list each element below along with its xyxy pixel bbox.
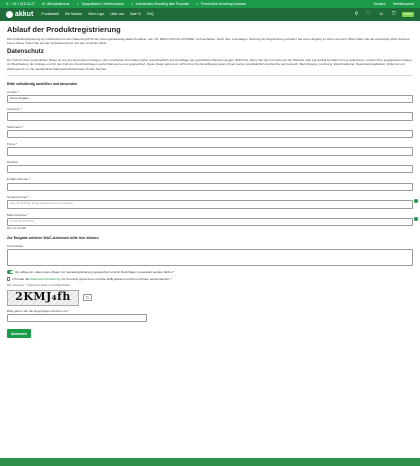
search-icon[interactable]: ⚲ (355, 11, 359, 18)
position-input[interactable] (7, 164, 413, 174)
footer-bar (0, 458, 420, 466)
position-field: Position (7, 160, 413, 174)
seriennummer-label: Seriennummer * (7, 195, 30, 199)
top-info-bar: ✆ +43 1 516 24-27 ✉ office@akkut.at ✓ Topqu… (0, 0, 420, 8)
captcha-image: 2KMJ₄fh (7, 289, 79, 306)
intro-text: Die Produktregistrierung ist erforderlic… (7, 36, 410, 46)
mac-more-link[interactable]: Zur Eingabe weiterer MAC-Adressen bitte … (7, 236, 413, 241)
mac-input[interactable]: 11:22:33:44:55:66 (7, 217, 413, 227)
email-label: E-Mail-Adresse * (7, 177, 31, 182)
kommentar-field: Kommentar (7, 244, 413, 266)
nav-link-die-macher[interactable]: Die Macher (65, 12, 82, 16)
check-icon: ✓ (76, 1, 80, 6)
divider (7, 75, 413, 77)
nav-link-produktwelt[interactable]: Produktwelt (41, 12, 59, 16)
vorname-field: Vorname * (7, 107, 413, 121)
anrede-field: Anrede * Keine Angabe ⌄ (7, 90, 413, 104)
heart-icon[interactable]: ♡ (366, 11, 370, 18)
email-input[interactable] (7, 182, 413, 191)
seriennummer-input[interactable]: Hier 15 Zeichen lange Seriennummer eintr… (7, 200, 413, 209)
consent-checkbox[interactable] (7, 277, 11, 281)
firma-input[interactable] (7, 147, 413, 156)
privacy-link[interactable]: Datenschutzerklärung (30, 277, 60, 281)
brand-logo[interactable]: akkut (6, 10, 33, 19)
usp-item: ✓ Individuelles Branding aller Produkte (130, 1, 190, 6)
captcha-label: Bitte geben Sie die angezeigten Zeichen … (7, 308, 70, 313)
nachname-input[interactable] (7, 129, 413, 139)
cart-total[interactable]: 0,00 € (401, 11, 414, 18)
required-note: Die mit einem * markierten Felder sind P… (7, 282, 71, 287)
logo-icon (6, 11, 13, 18)
phone-link[interactable]: ✆ +43 1 516 24-27 (6, 2, 35, 6)
usp-item: ✓ Topqualitative Lieferkonzepte (76, 1, 124, 6)
main-nav: akkut Produktwelt Die Macher Mein Logo Ü… (0, 8, 420, 21)
mac-help: Bsp: FF:AA:BB (7, 225, 26, 230)
nachname-label: Nachname * (7, 124, 25, 129)
account-link[interactable]: Vertriebsportal (393, 2, 414, 6)
check-icon: ✓ (196, 1, 199, 6)
valid-icon (414, 199, 418, 203)
consent-privacy[interactable]: Ich habe die Datenschutzerklärung zur Ke… (7, 277, 413, 281)
position-label: Position (7, 159, 19, 164)
user-icon[interactable]: ☺ (379, 11, 384, 18)
valid-icon (414, 216, 418, 221)
email-link[interactable]: ✉ office@akkut.at (42, 2, 69, 6)
registration-page: Ablauf der Produktregistrierung Die Prod… (7, 25, 418, 339)
firma-field: Firma * (7, 142, 413, 156)
fill-hint: Bitte vollständig ausfüllen und absenden (7, 82, 78, 87)
nav-link-faq[interactable]: FAQ (147, 12, 154, 16)
submit-button[interactable]: Absenden (7, 329, 31, 339)
kommentar-label: Kommentar (7, 243, 23, 248)
nav-link-sale[interactable]: Sale % (130, 12, 141, 16)
consent-storage[interactable]: Ich willige ein, dass meine Daten zur Ge… (7, 270, 413, 274)
privacy-title: Datenschutz (7, 47, 44, 55)
phone-icon: ✆ (6, 1, 9, 6)
privacy-text: Der Schutz Ihrer persönlichen Daten ist … (7, 57, 412, 71)
page-title: Ablauf der Produktregistrierung (7, 25, 121, 34)
cart-icon[interactable]: ⛉ (392, 11, 396, 18)
email-field: E-Mail-Adresse * (7, 177, 413, 191)
usp-item: ✓ Persönliche Beratung Inklusive (196, 1, 247, 6)
nav-link-mein-logo[interactable]: Mein Logo (88, 12, 104, 16)
anrede-label: Anrede * (7, 89, 20, 94)
kommentar-textarea[interactable] (7, 248, 413, 266)
firma-label: Firma * (7, 142, 17, 147)
check-icon: ✓ (130, 1, 134, 6)
seriennummer-field: Seriennummer * Hier 15 Zeichen lange Ser… (7, 195, 418, 209)
nav-link-ueber-uns[interactable]: Über uns (110, 12, 124, 16)
language-select[interactable]: Deutsch (374, 2, 386, 6)
captcha-field: Bitte geben Sie die angezeigten Zeichen … (7, 309, 413, 323)
vorname-label: Vorname * (7, 107, 22, 112)
mac-field: MAC-Adresse * 11:22:33:44:55:66 Bsp: FF:… (7, 212, 418, 231)
mail-icon: ✉ (41, 1, 45, 6)
chevron-down-icon: ⌄ (407, 96, 410, 101)
captcha-input[interactable] (7, 313, 147, 323)
nachname-field: Nachname * (7, 125, 413, 139)
vorname-input[interactable] (7, 112, 413, 121)
consent-toggle[interactable] (7, 270, 13, 274)
refresh-icon[interactable]: ↻ (83, 294, 92, 302)
mac-label: MAC-Adresse * (7, 212, 29, 217)
anrede-select[interactable]: Keine Angabe ⌄ (7, 94, 413, 104)
